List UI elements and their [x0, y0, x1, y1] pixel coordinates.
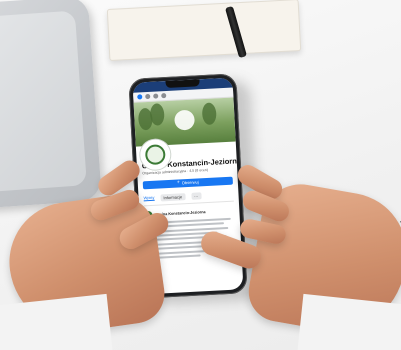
- plus-icon: +: [176, 179, 180, 186]
- left-sleeve: [0, 293, 113, 350]
- tree-shape: [149, 103, 165, 126]
- tree-shape: [201, 102, 217, 126]
- laptop: [0, 0, 102, 210]
- tab-posts[interactable]: Wpisy: [143, 195, 155, 202]
- home-icon[interactable]: [145, 93, 151, 100]
- video-icon[interactable]: [153, 93, 159, 99]
- follow-button[interactable]: + Obserwuj: [142, 176, 233, 190]
- phone-notch: [165, 79, 200, 89]
- menu-icon[interactable]: [161, 93, 167, 99]
- facebook-icon[interactable]: [137, 94, 143, 100]
- right-sleeve: [297, 293, 401, 350]
- municipality-emblem: [144, 144, 166, 166]
- photo-scene: Gmina Konstancin-Jeziorna Organizacja ad…: [0, 0, 401, 350]
- more-options-icon[interactable]: ···: [190, 192, 202, 200]
- cover-photo: [133, 97, 236, 171]
- follow-button-label: Obserwuj: [181, 179, 199, 186]
- tab-about[interactable]: Informacje: [160, 192, 186, 202]
- notebook: [106, 0, 302, 61]
- cover-logo: [174, 109, 196, 131]
- page-tabs: Wpisy Informacje ···: [143, 190, 234, 207]
- laptop-lid: [0, 10, 87, 193]
